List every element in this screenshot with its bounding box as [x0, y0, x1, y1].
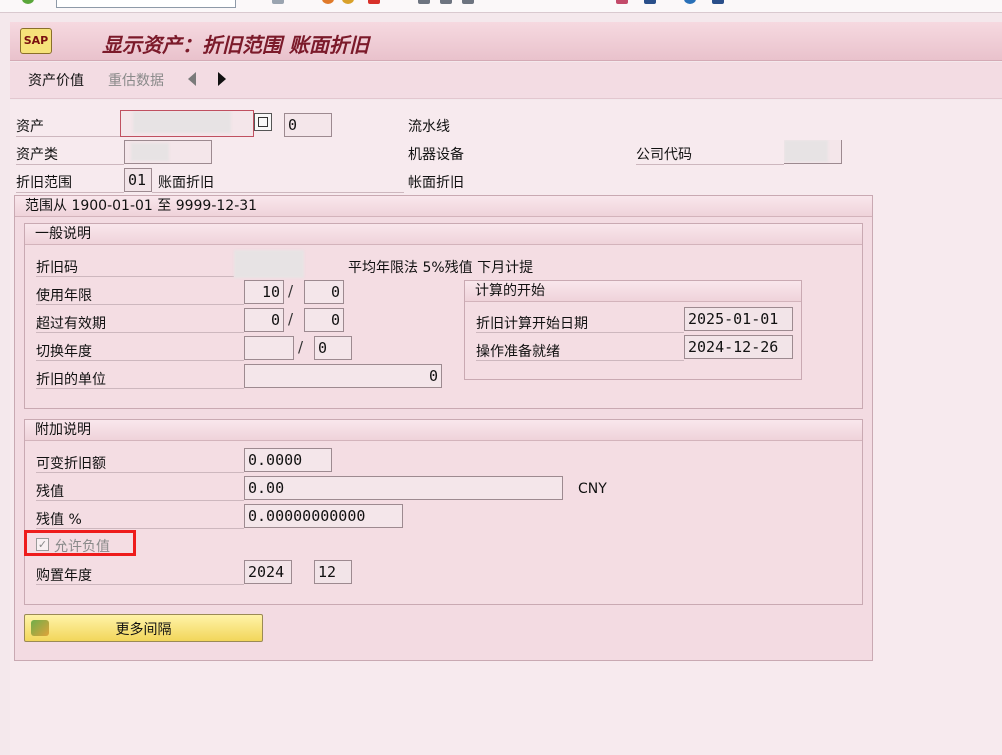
company-code-label: 公司代码 [636, 147, 692, 163]
exit-icon[interactable] [342, 0, 354, 4]
expired-life-label: 超过有效期 [36, 316, 106, 332]
odep-start-date-field[interactable]: 2025-01-01 [684, 307, 793, 331]
range-header: 范围从 1900-01-01 至 9999-12-31 [15, 196, 872, 217]
divider [36, 360, 244, 361]
redacted-value [131, 143, 169, 161]
depr-area-code-field[interactable]: 01 [124, 168, 152, 192]
changeover-year-field[interactable] [244, 336, 294, 360]
divider [36, 304, 244, 305]
scrap-value-label: 残值 [36, 484, 64, 500]
divider [16, 136, 120, 137]
redacted-value [133, 111, 231, 133]
divider [36, 388, 244, 389]
highlight-box [24, 530, 136, 556]
asset-number-field[interactable] [120, 110, 254, 137]
application-toolbar: 资产价值 重估数据 [10, 62, 1002, 99]
page-title: 显示资产：折旧范围 账面折旧 [102, 33, 369, 57]
odep-start-label: 折旧计算开始日期 [476, 316, 588, 332]
find-icon[interactable] [440, 0, 452, 4]
redacted-value [784, 140, 828, 162]
depr-area-name-secondary: 帐面折旧 [408, 175, 464, 191]
asset-value-button[interactable]: 资产价值 [28, 70, 84, 90]
depr-units-field[interactable]: 0 [244, 364, 442, 388]
divider [36, 276, 234, 277]
expired-periods-field[interactable]: 0 [304, 308, 344, 332]
depr-area-name: 账面折旧 [158, 175, 214, 191]
asset-class-description: 机器设备 [408, 147, 464, 163]
asset-description: 流水线 [408, 119, 450, 135]
command-field[interactable] [56, 0, 236, 8]
cancel-icon[interactable] [368, 0, 380, 4]
additional-group: 附加说明 [24, 419, 863, 605]
general-group-title: 一般说明 [25, 224, 862, 245]
divider [636, 164, 784, 165]
slash-separator: / [288, 310, 294, 328]
divider [36, 584, 244, 585]
depr-units-label: 折旧的单位 [36, 372, 106, 388]
asset-class-label: 资产类 [16, 147, 58, 163]
slash-separator: / [288, 282, 294, 300]
depr-area-label: 折旧范围 [16, 175, 72, 191]
divider [476, 332, 684, 333]
divider [16, 164, 124, 165]
acq-period-field[interactable]: 12 [314, 560, 352, 584]
divider [36, 472, 244, 473]
help-icon[interactable] [684, 0, 696, 4]
divider [36, 528, 244, 529]
var-depr-label: 可变折旧额 [36, 456, 106, 472]
revaluation-data-button[interactable]: 重估数据 [108, 70, 164, 90]
changeover-period-field[interactable]: 0 [314, 336, 352, 360]
back-icon[interactable] [322, 0, 334, 4]
scrap-pct-label: 残值 % [36, 512, 82, 528]
asset-label: 资产 [16, 119, 44, 135]
divider [16, 192, 124, 193]
depr-key-field[interactable] [234, 250, 304, 278]
var-depr-field[interactable]: 0.0000 [244, 448, 332, 472]
divider [36, 500, 244, 501]
ready-date-field[interactable]: 2024-12-26 [684, 335, 793, 359]
system-toolbar-strip [0, 0, 1002, 13]
arrow-left-icon[interactable] [188, 72, 196, 86]
useful-life-periods-field[interactable]: 0 [304, 280, 344, 304]
layout-icon[interactable] [712, 0, 724, 4]
useful-life-years-field[interactable]: 10 [244, 280, 284, 304]
shortcut-icon[interactable] [644, 0, 656, 4]
divider [36, 332, 244, 333]
sap-display-icon: SAP [20, 28, 52, 54]
currency-label: CNY [578, 481, 607, 497]
more-intervals-label: 更多间隔 [115, 622, 172, 638]
enter-icon[interactable] [22, 0, 34, 4]
useful-life-label: 使用年限 [36, 288, 92, 304]
new-session-icon[interactable] [616, 0, 628, 4]
scrap-pct-field[interactable]: 0.00000000000 [244, 504, 403, 528]
depr-key-text: 平均年限法 5%残值 下月计提 [348, 260, 534, 276]
changeover-year-label: 切换年度 [36, 344, 92, 360]
more-intervals-button[interactable]: 更多间隔 [24, 614, 263, 642]
divider [152, 192, 404, 193]
acq-year-label: 购置年度 [36, 568, 92, 584]
slash-separator: / [298, 338, 304, 356]
calc-start-title: 计算的开始 [465, 281, 801, 302]
additional-group-title: 附加说明 [25, 420, 862, 441]
asset-subnumber-field[interactable]: 0 [284, 113, 332, 137]
divider [476, 360, 684, 361]
save-icon[interactable] [272, 0, 284, 4]
expired-years-field[interactable]: 0 [244, 308, 284, 332]
depr-key-label: 折旧码 [36, 260, 78, 276]
arrow-right-icon[interactable] [218, 72, 226, 86]
asset-class-field[interactable] [124, 140, 212, 164]
find-next-icon[interactable] [462, 0, 474, 4]
acq-year-field[interactable]: 2024 [244, 560, 292, 584]
scrap-value-field[interactable]: 0.00 [244, 476, 563, 500]
company-code-field[interactable] [784, 140, 842, 164]
ready-label: 操作准备就绪 [476, 344, 560, 360]
copy-icon[interactable] [254, 113, 272, 131]
print-icon[interactable] [418, 0, 430, 4]
title-bar: SAP 显示资产：折旧范围 账面折旧 [10, 22, 1002, 61]
